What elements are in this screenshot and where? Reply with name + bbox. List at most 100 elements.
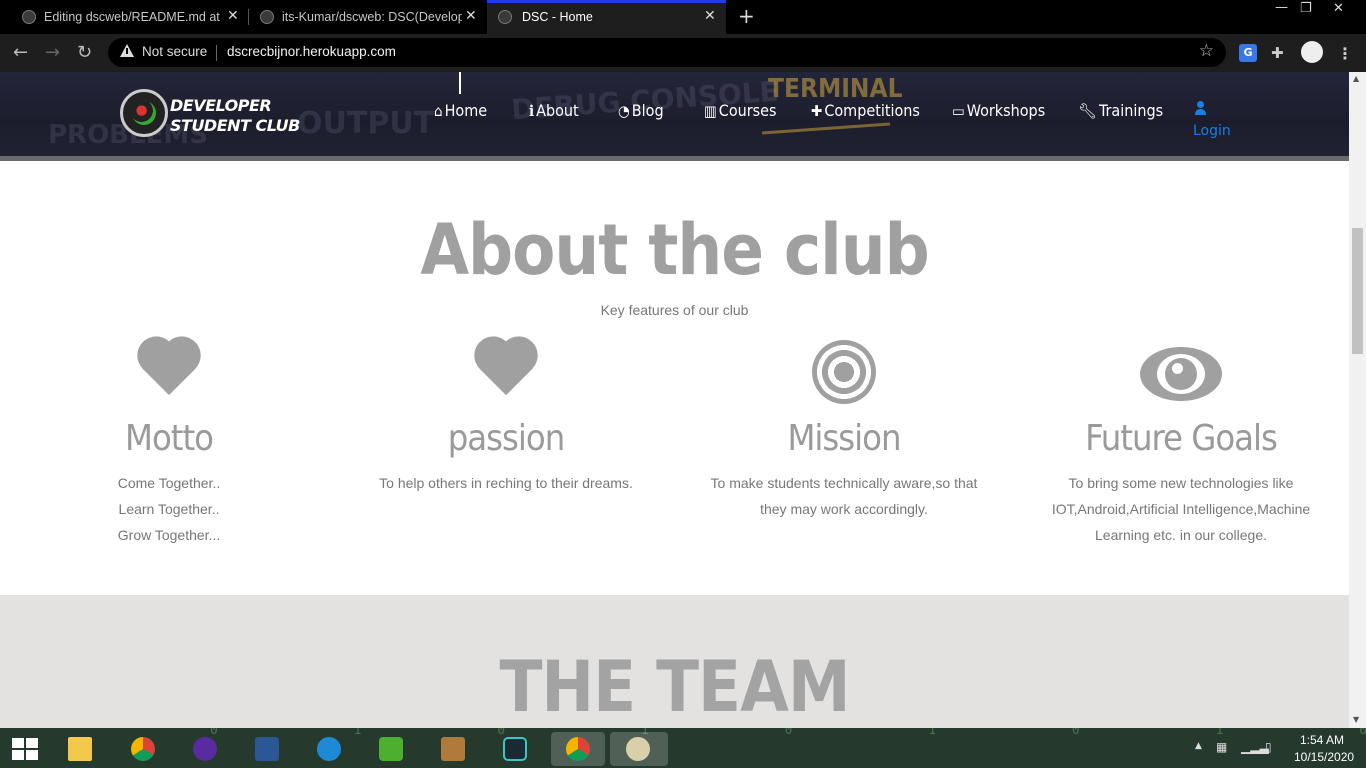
github-icon bbox=[260, 10, 274, 24]
feature-line: To make students technically aware,so th… bbox=[710, 475, 978, 491]
github-icon bbox=[22, 10, 36, 24]
browser-toolbar: ← → ↻ Not secure dscrecbijnor.herokuapp.… bbox=[0, 34, 1366, 72]
feature-line: To help others in reching to their dream… bbox=[379, 475, 633, 491]
browser-menu-icon[interactable]: ⋮ bbox=[1337, 44, 1355, 63]
feature-line: they may work accordingly. bbox=[760, 501, 928, 517]
laptop-icon: ▭ bbox=[952, 101, 965, 120]
clock-date: 10/15/2020 bbox=[1294, 750, 1355, 764]
warning-icon-mark bbox=[126, 48, 128, 54]
about-section-title: About the club bbox=[420, 209, 929, 291]
nav-about[interactable]: ℹ About bbox=[529, 101, 579, 120]
close-tab-icon[interactable]: ✕ bbox=[227, 8, 239, 24]
nav-competitions[interactable]: ✚ Competitions bbox=[811, 101, 920, 120]
address-bar[interactable]: Not secure dscrecbijnor.herokuapp.com ☆ bbox=[108, 38, 1226, 67]
minimize-button[interactable]: — bbox=[1275, 0, 1288, 15]
tab-title: its-Kumar/dscweb: DSC(Develop bbox=[282, 10, 462, 24]
close-tab-icon[interactable]: ✕ bbox=[465, 8, 477, 24]
nav-blog[interactable]: ◔ Blog bbox=[618, 101, 664, 120]
background-word: OUTPUT bbox=[297, 106, 435, 141]
feature-line: Grow Together... bbox=[117, 527, 221, 543]
feature-passion: passion To help others in reching to the… bbox=[341, 335, 671, 496]
nav-label: About bbox=[536, 101, 579, 120]
feature-mission: Mission To make students technically awa… bbox=[679, 335, 1009, 522]
restore-button[interactable]: ❐ bbox=[1300, 1, 1312, 16]
home-icon: ⌂ bbox=[434, 101, 443, 120]
team-section-title: THE TEAM bbox=[499, 646, 850, 728]
dsc-favicon-icon bbox=[498, 10, 512, 24]
reload-icon[interactable]: ↻ bbox=[77, 42, 92, 63]
close-tab-icon[interactable]: ✕ bbox=[704, 8, 716, 24]
wrench-icon: 🔧︎ bbox=[1078, 101, 1098, 120]
clock-time: 1:54 AM bbox=[1299, 733, 1345, 747]
scroll-down-arrow-icon[interactable]: ▼ bbox=[1353, 715, 1359, 724]
feature-line: Come Together.. bbox=[117, 475, 221, 491]
nox-player-icon[interactable] bbox=[498, 732, 532, 766]
feature-line: IOT,Android,Artificial Intelligence,Mach… bbox=[1051, 501, 1311, 517]
close-window-button[interactable]: ✕ bbox=[1333, 1, 1344, 16]
feature-line: To bring some new technologies like bbox=[1068, 475, 1294, 491]
nav-workshops[interactable]: ▭ Workshops bbox=[952, 101, 1045, 120]
security-status[interactable]: Not secure bbox=[142, 44, 207, 59]
site-header: PROBLEMS OUTPUT DEBUG CONSOLE TERMINAL D… bbox=[0, 72, 1349, 161]
scroll-up-arrow-icon[interactable]: ▲ bbox=[1353, 74, 1359, 83]
profile-avatar-icon[interactable] bbox=[1301, 41, 1323, 63]
tab-readme[interactable]: Editing dscweb/README.md at m ✕ bbox=[0, 0, 248, 34]
tab-repo[interactable]: its-Kumar/dscweb: DSC(Develop ✕ bbox=[238, 0, 486, 34]
nav-label: Trainings bbox=[1099, 101, 1164, 120]
book-icon: ▥ bbox=[704, 101, 717, 120]
windows-taskbar: 0 1 0 1 0 1 0 1 0 1 0 1 0 1 ▲ ▦ ▁▂▃ ▯ 1:… bbox=[0, 728, 1366, 768]
extensions-puzzle-icon[interactable]: ✚ bbox=[1271, 44, 1289, 62]
login-label: Login bbox=[1193, 123, 1231, 139]
show-hidden-icons-icon[interactable]: ▲ bbox=[1195, 741, 1202, 751]
nav-label: Home bbox=[444, 101, 488, 120]
podcast-app-icon[interactable] bbox=[188, 732, 222, 766]
info-icon: ℹ bbox=[529, 101, 535, 120]
tab-title: DSC - Home bbox=[522, 10, 593, 24]
nav-trainings[interactable]: 🔧︎ Trainings bbox=[1078, 101, 1163, 120]
page-viewport: PROBLEMS OUTPUT DEBUG CONSOLE TERMINAL D… bbox=[0, 72, 1349, 728]
word-icon[interactable] bbox=[250, 732, 284, 766]
browser-tab-strip: Editing dscweb/README.md at m ✕ its-Kuma… bbox=[0, 0, 1366, 34]
chrome-icon[interactable] bbox=[126, 732, 160, 766]
network-error-icon[interactable]: ▦ bbox=[1216, 740, 1227, 754]
feature-title: Future Goals bbox=[1085, 418, 1278, 459]
camtasia-icon[interactable] bbox=[374, 732, 408, 766]
feature-line: Learning etc. in our college. bbox=[1095, 527, 1267, 543]
feature-motto: Motto Come Together.. Learn Together.. G… bbox=[4, 335, 334, 548]
paint-icon[interactable] bbox=[610, 732, 668, 766]
bookmark-star-icon[interactable]: ☆ bbox=[1199, 41, 1214, 61]
rss-icon: ◔ bbox=[618, 101, 630, 120]
tab-title: Editing dscweb/README.md at m bbox=[44, 10, 224, 24]
active-tab-indicator bbox=[487, 0, 726, 3]
chrome-window-icon[interactable] bbox=[551, 732, 605, 766]
page-scrollbar[interactable]: ▲ ▼ bbox=[1349, 72, 1366, 728]
nav-home[interactable]: ⌂ Home bbox=[434, 101, 487, 120]
heart-icon bbox=[468, 339, 544, 407]
new-tab-button[interactable]: + bbox=[738, 4, 755, 28]
back-arrow-icon[interactable]: ← bbox=[13, 42, 28, 63]
logo-line: STUDENT CLUB bbox=[170, 116, 300, 135]
logo-line: DEVELOPER bbox=[170, 96, 272, 115]
internet-explorer-icon[interactable] bbox=[312, 732, 346, 766]
url-text[interactable]: dscrecbijnor.herokuapp.com bbox=[227, 44, 396, 59]
system-clock[interactable]: 1:54 AM 10/15/2020 bbox=[1294, 732, 1355, 766]
puzzle-icon: ✚ bbox=[811, 101, 823, 120]
file-explorer-icon[interactable] bbox=[63, 732, 97, 766]
translate-extension-icon[interactable]: G bbox=[1239, 44, 1257, 62]
tab-dsc-home[interactable]: DSC - Home ✕ bbox=[487, 0, 726, 34]
feature-future-goals: Future Goals To bring some new technolog… bbox=[1016, 335, 1346, 548]
nav-courses[interactable]: ▥ Courses bbox=[704, 101, 777, 120]
dsc-logo-icon[interactable] bbox=[120, 89, 168, 137]
background-word: TERMINAL bbox=[768, 74, 903, 104]
team-section: THE TEAM bbox=[0, 595, 1349, 728]
about-section-subtitle: Key features of our club bbox=[600, 302, 749, 318]
eye-icon bbox=[1140, 347, 1222, 401]
heart-icon bbox=[131, 339, 207, 407]
battery-icon[interactable]: ▯ bbox=[1265, 740, 1272, 754]
media-app-icon[interactable] bbox=[436, 732, 470, 766]
text-cursor bbox=[459, 72, 461, 94]
site-logo-text[interactable]: DEVELOPER STUDENT CLUB bbox=[170, 96, 300, 136]
forward-arrow-icon[interactable]: → bbox=[45, 42, 60, 63]
scrollbar-thumb[interactable] bbox=[1352, 228, 1363, 354]
windows-start-icon[interactable] bbox=[12, 738, 38, 760]
